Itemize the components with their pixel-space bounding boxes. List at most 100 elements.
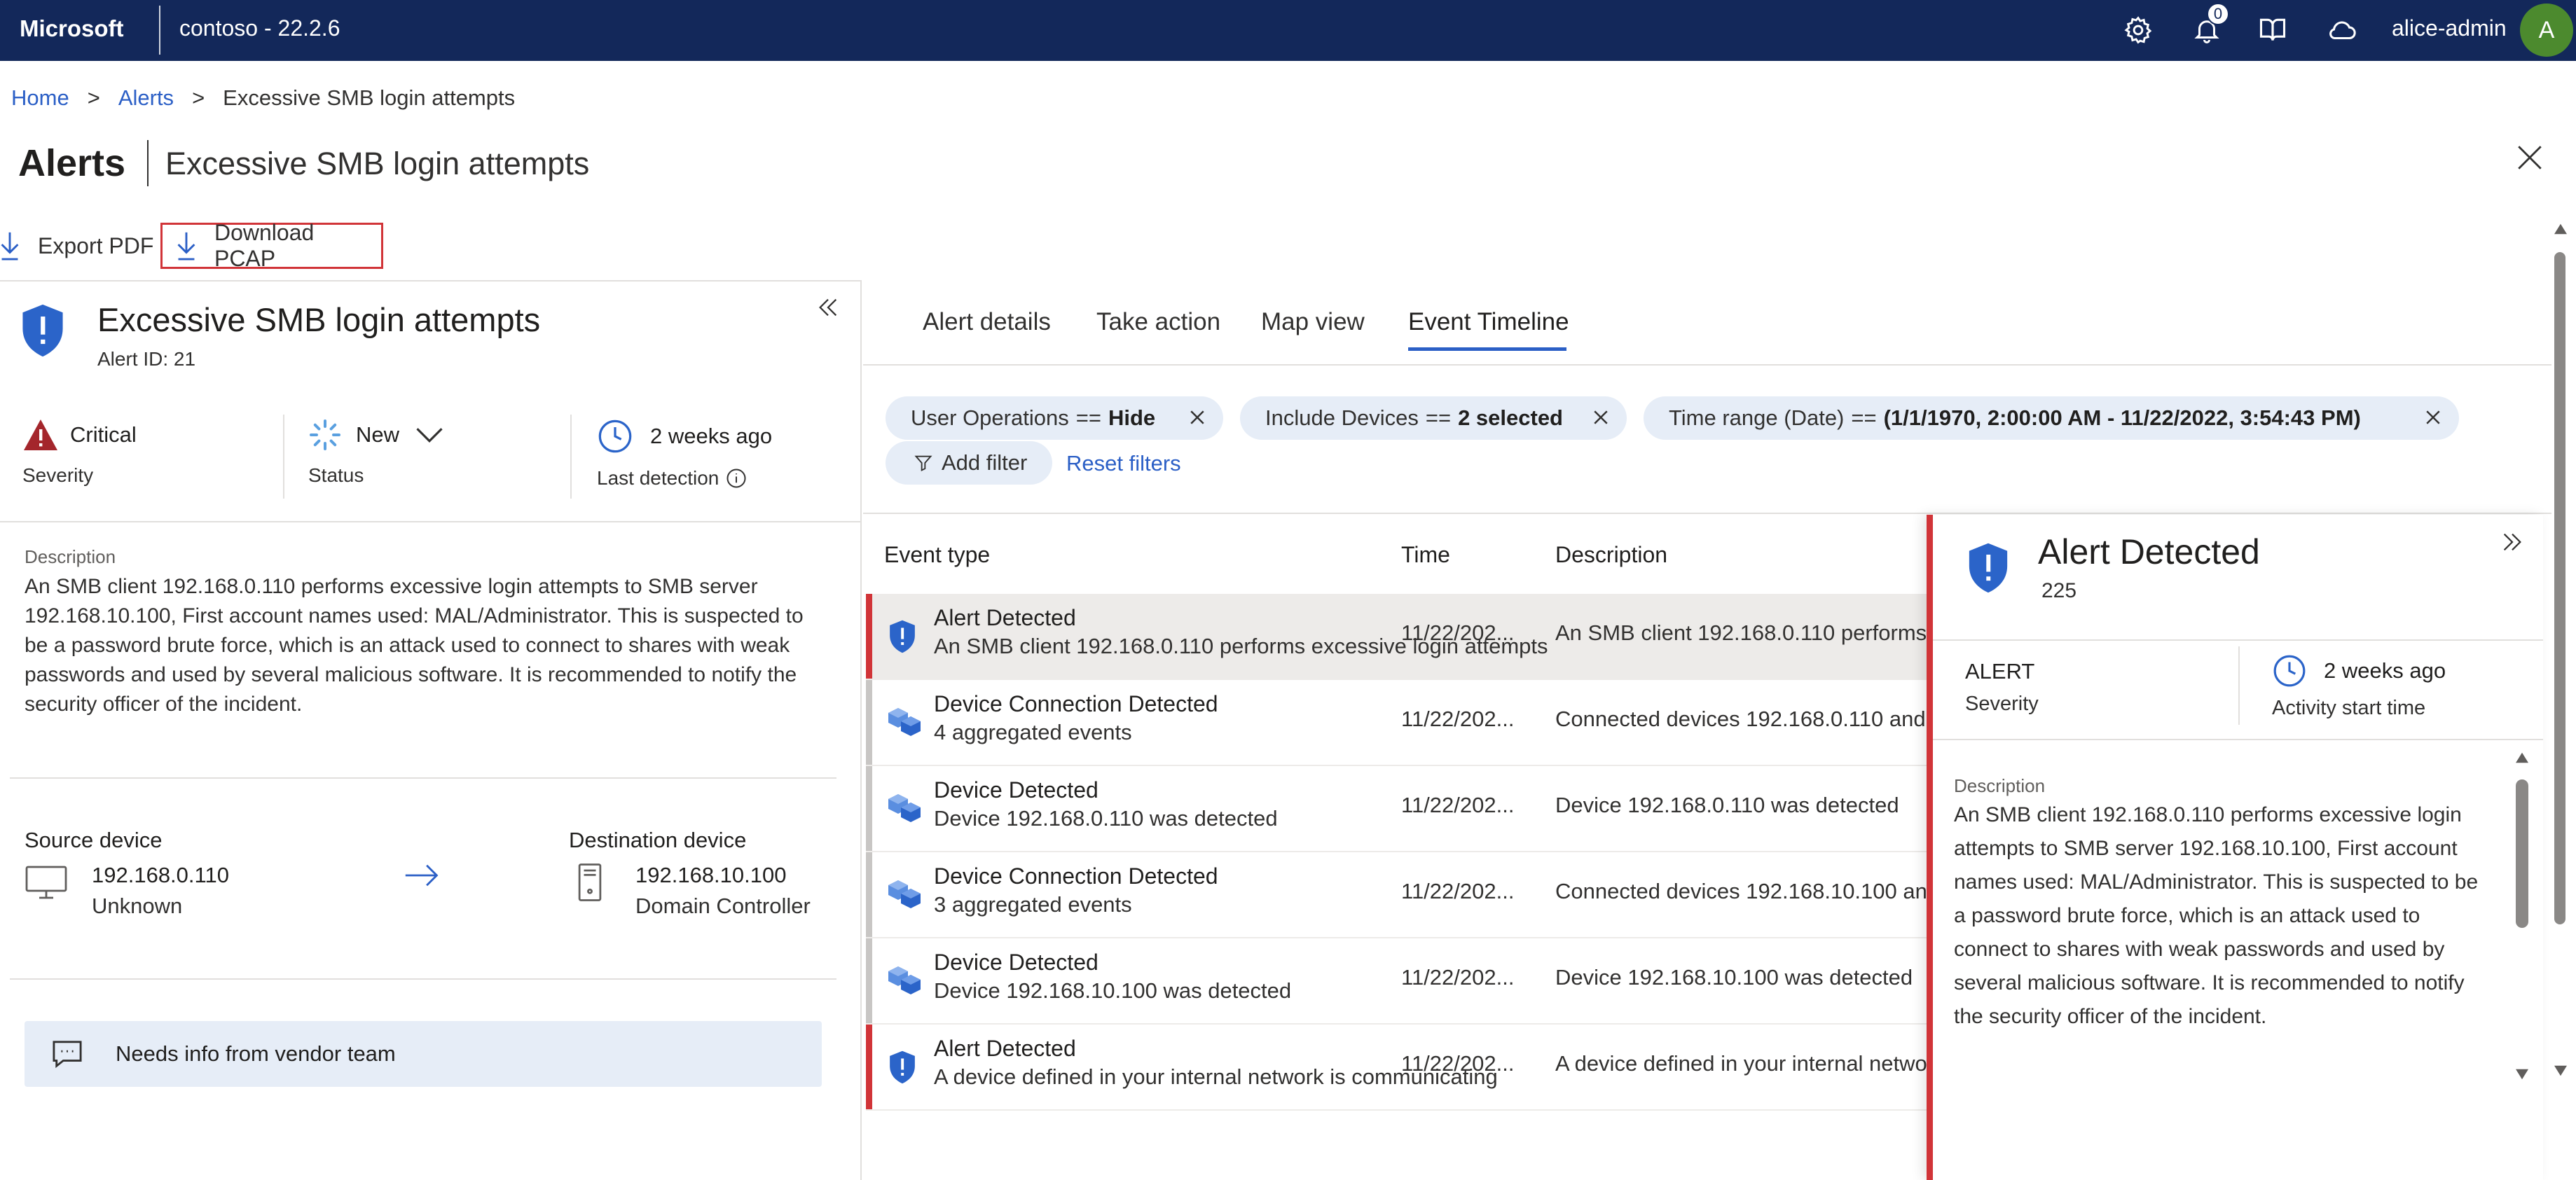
devices-icon: [887, 705, 923, 742]
alert-summary-panel: Excessive SMB login attempts Alert ID: 2…: [0, 280, 862, 1180]
scroll-down-icon[interactable]: [2514, 1068, 2530, 1084]
last-detection-label-row: Last detection: [597, 467, 772, 490]
user-name[interactable]: alice-admin: [2392, 15, 2507, 41]
source-type: Unknown: [92, 894, 183, 918]
export-pdf-label: Export PDF: [38, 232, 154, 258]
table-row[interactable]: Device Detected Device 192.168.0.110 was…: [866, 766, 1927, 852]
filter-user-operations[interactable]: User Operations == Hide: [886, 396, 1223, 440]
breadcrumb-separator: >: [87, 85, 100, 110]
add-filter-button[interactable]: Add filter: [886, 441, 1052, 485]
severity-value: Critical: [70, 422, 137, 447]
source-device-label: Source device: [25, 828, 163, 852]
filter-operator: ==: [1425, 405, 1452, 430]
detail-description-line: connect to shares with weak passwords an…: [1954, 938, 2445, 961]
stat-divider: [570, 415, 572, 499]
warning-icon: [24, 419, 57, 450]
detail-activity-stat: 2 weeks ago Activity start time: [2272, 653, 2446, 720]
close-icon[interactable]: [2423, 407, 2444, 428]
filters-divider: [863, 513, 2551, 514]
filter-operator: ==: [1075, 405, 1101, 430]
filter-time-range[interactable]: Time range (Date) == (1/1/1970, 2:00:00 AM…: [1644, 396, 2459, 440]
source-ip[interactable]: 192.168.0.110: [92, 863, 229, 888]
scroll-down-icon[interactable]: [2553, 1064, 2568, 1081]
detail-description-line: names used: MAL/Administrator. This is s…: [1954, 870, 2479, 894]
book-icon[interactable]: [2254, 12, 2291, 48]
detail-description-line: An SMB client 192.168.0.110 performs exc…: [1954, 803, 2462, 826]
table-row[interactable]: Alert Detected An SMB client 192.168.0.1…: [866, 594, 1927, 680]
table-row[interactable]: Device Connection Detected 3 aggregated …: [866, 852, 1927, 938]
monitor-icon: [25, 865, 67, 903]
breadcrumb-home[interactable]: Home: [11, 85, 69, 110]
brand-logo[interactable]: Microsoft: [20, 15, 124, 42]
tab-event-timeline[interactable]: Event Timeline: [1408, 308, 1569, 336]
product-name: contoso - 22.2.6: [179, 15, 340, 41]
download-pcap-label: Download PCAP: [214, 220, 315, 271]
row-description: Connected devices 192.168.0.110 and 192.…: [1555, 707, 1927, 731]
severity-stat: Critical Severity: [22, 418, 137, 502]
section-divider: [0, 521, 860, 522]
description-line: 192.168.10.100, First account names used…: [25, 604, 804, 627]
gear-icon[interactable]: [2120, 12, 2156, 48]
tab-take-action[interactable]: Take action: [1096, 308, 1220, 336]
row-title: Device Connection Detected: [934, 691, 1218, 716]
table-row[interactable]: Alert Detected A device defined in your …: [866, 1025, 1927, 1111]
description-line: An SMB client 192.168.0.110 performs exc…: [25, 575, 758, 598]
row-severity-bar: [866, 852, 872, 937]
stat-divider: [2238, 646, 2240, 725]
breadcrumb-separator: >: [192, 85, 205, 110]
detail-title: Alert Detected: [2038, 532, 2260, 571]
expand-panel-icon[interactable]: [2500, 530, 2524, 557]
column-header-time[interactable]: Time: [1401, 542, 1450, 568]
close-icon[interactable]: [2515, 143, 2544, 172]
tab-alert-details[interactable]: Alert details: [923, 308, 1051, 336]
row-time: 11/22/202...: [1401, 1051, 1515, 1076]
scroll-up-icon[interactable]: [2553, 223, 2568, 239]
reset-filters-link[interactable]: Reset filters: [1066, 451, 1181, 476]
row-severity-bar: [866, 680, 872, 765]
status-label: Status: [308, 464, 364, 486]
tab-map-view[interactable]: Map view: [1261, 308, 1365, 336]
needs-info-card[interactable]: Needs info from vendor team: [25, 1021, 822, 1087]
tabs-divider: [863, 364, 2551, 366]
alert-title: Excessive SMB login attempts: [97, 301, 541, 338]
detail-description-line: a password brute force, which is an atta…: [1954, 904, 2420, 927]
last-detection-stat: 2 weeks ago Last detection: [597, 418, 772, 502]
detail-scrollbar-thumb[interactable]: [2516, 779, 2528, 928]
cloud-icon[interactable]: [2323, 12, 2360, 48]
filter-key: Time range (Date): [1669, 405, 1845, 430]
detail-severity-value: ALERT: [1965, 659, 2035, 683]
description-line: security officer of the incident.: [25, 693, 303, 716]
info-icon[interactable]: [726, 468, 747, 489]
table-row[interactable]: Device Connection Detected 4 aggregated …: [866, 680, 1927, 766]
breadcrumb: Home > Alerts > Excessive SMB login attempts: [11, 85, 515, 111]
close-icon[interactable]: [1187, 407, 1208, 428]
column-header-description[interactable]: Description: [1555, 542, 1667, 568]
export-pdf-button[interactable]: Export PDF: [0, 223, 153, 269]
section-divider: [1933, 739, 2543, 740]
row-description: Connected devices 192.168.10.100 and 192…: [1555, 879, 1927, 903]
scroll-up-icon[interactable]: [2514, 751, 2530, 768]
description-line: be a password brute force, which is an a…: [25, 634, 790, 657]
avatar[interactable]: A: [2520, 4, 2573, 57]
download-pcap-button[interactable]: Download PCAP: [160, 220, 383, 271]
description-line: passwords and used by several malicious …: [25, 663, 797, 686]
row-title: Device Detected: [934, 950, 1098, 975]
breadcrumb-alerts[interactable]: Alerts: [118, 85, 174, 110]
filter-key: User Operations: [911, 405, 1069, 430]
event-timeline-table: Event type Time Description Alert Detect…: [866, 517, 1927, 1180]
active-tab-indicator: [1408, 347, 1566, 351]
top-bar: Microsoft contoso - 22.2.6 0 alice-admin…: [0, 0, 2576, 61]
close-icon[interactable]: [1590, 407, 1611, 428]
table-row[interactable]: Device Detected Device 192.168.10.100 wa…: [866, 938, 1927, 1025]
column-header-event-type[interactable]: Event type: [884, 542, 990, 568]
filter-key: Include Devices: [1265, 405, 1419, 430]
last-detection-label: Last detection: [597, 467, 719, 489]
destination-ip[interactable]: 192.168.10.100: [635, 863, 787, 888]
collapse-panel-icon[interactable]: [816, 296, 840, 323]
filter-include-devices[interactable]: Include Devices == 2 selected: [1240, 396, 1627, 440]
detail-severity-label: Severity: [1965, 693, 2039, 715]
page-scrollbar-thumb[interactable]: [2554, 252, 2565, 924]
detail-activity-value: 2 weeks ago: [2324, 658, 2446, 683]
status-dropdown[interactable]: New Status: [308, 418, 444, 502]
shield-icon: [887, 619, 918, 658]
